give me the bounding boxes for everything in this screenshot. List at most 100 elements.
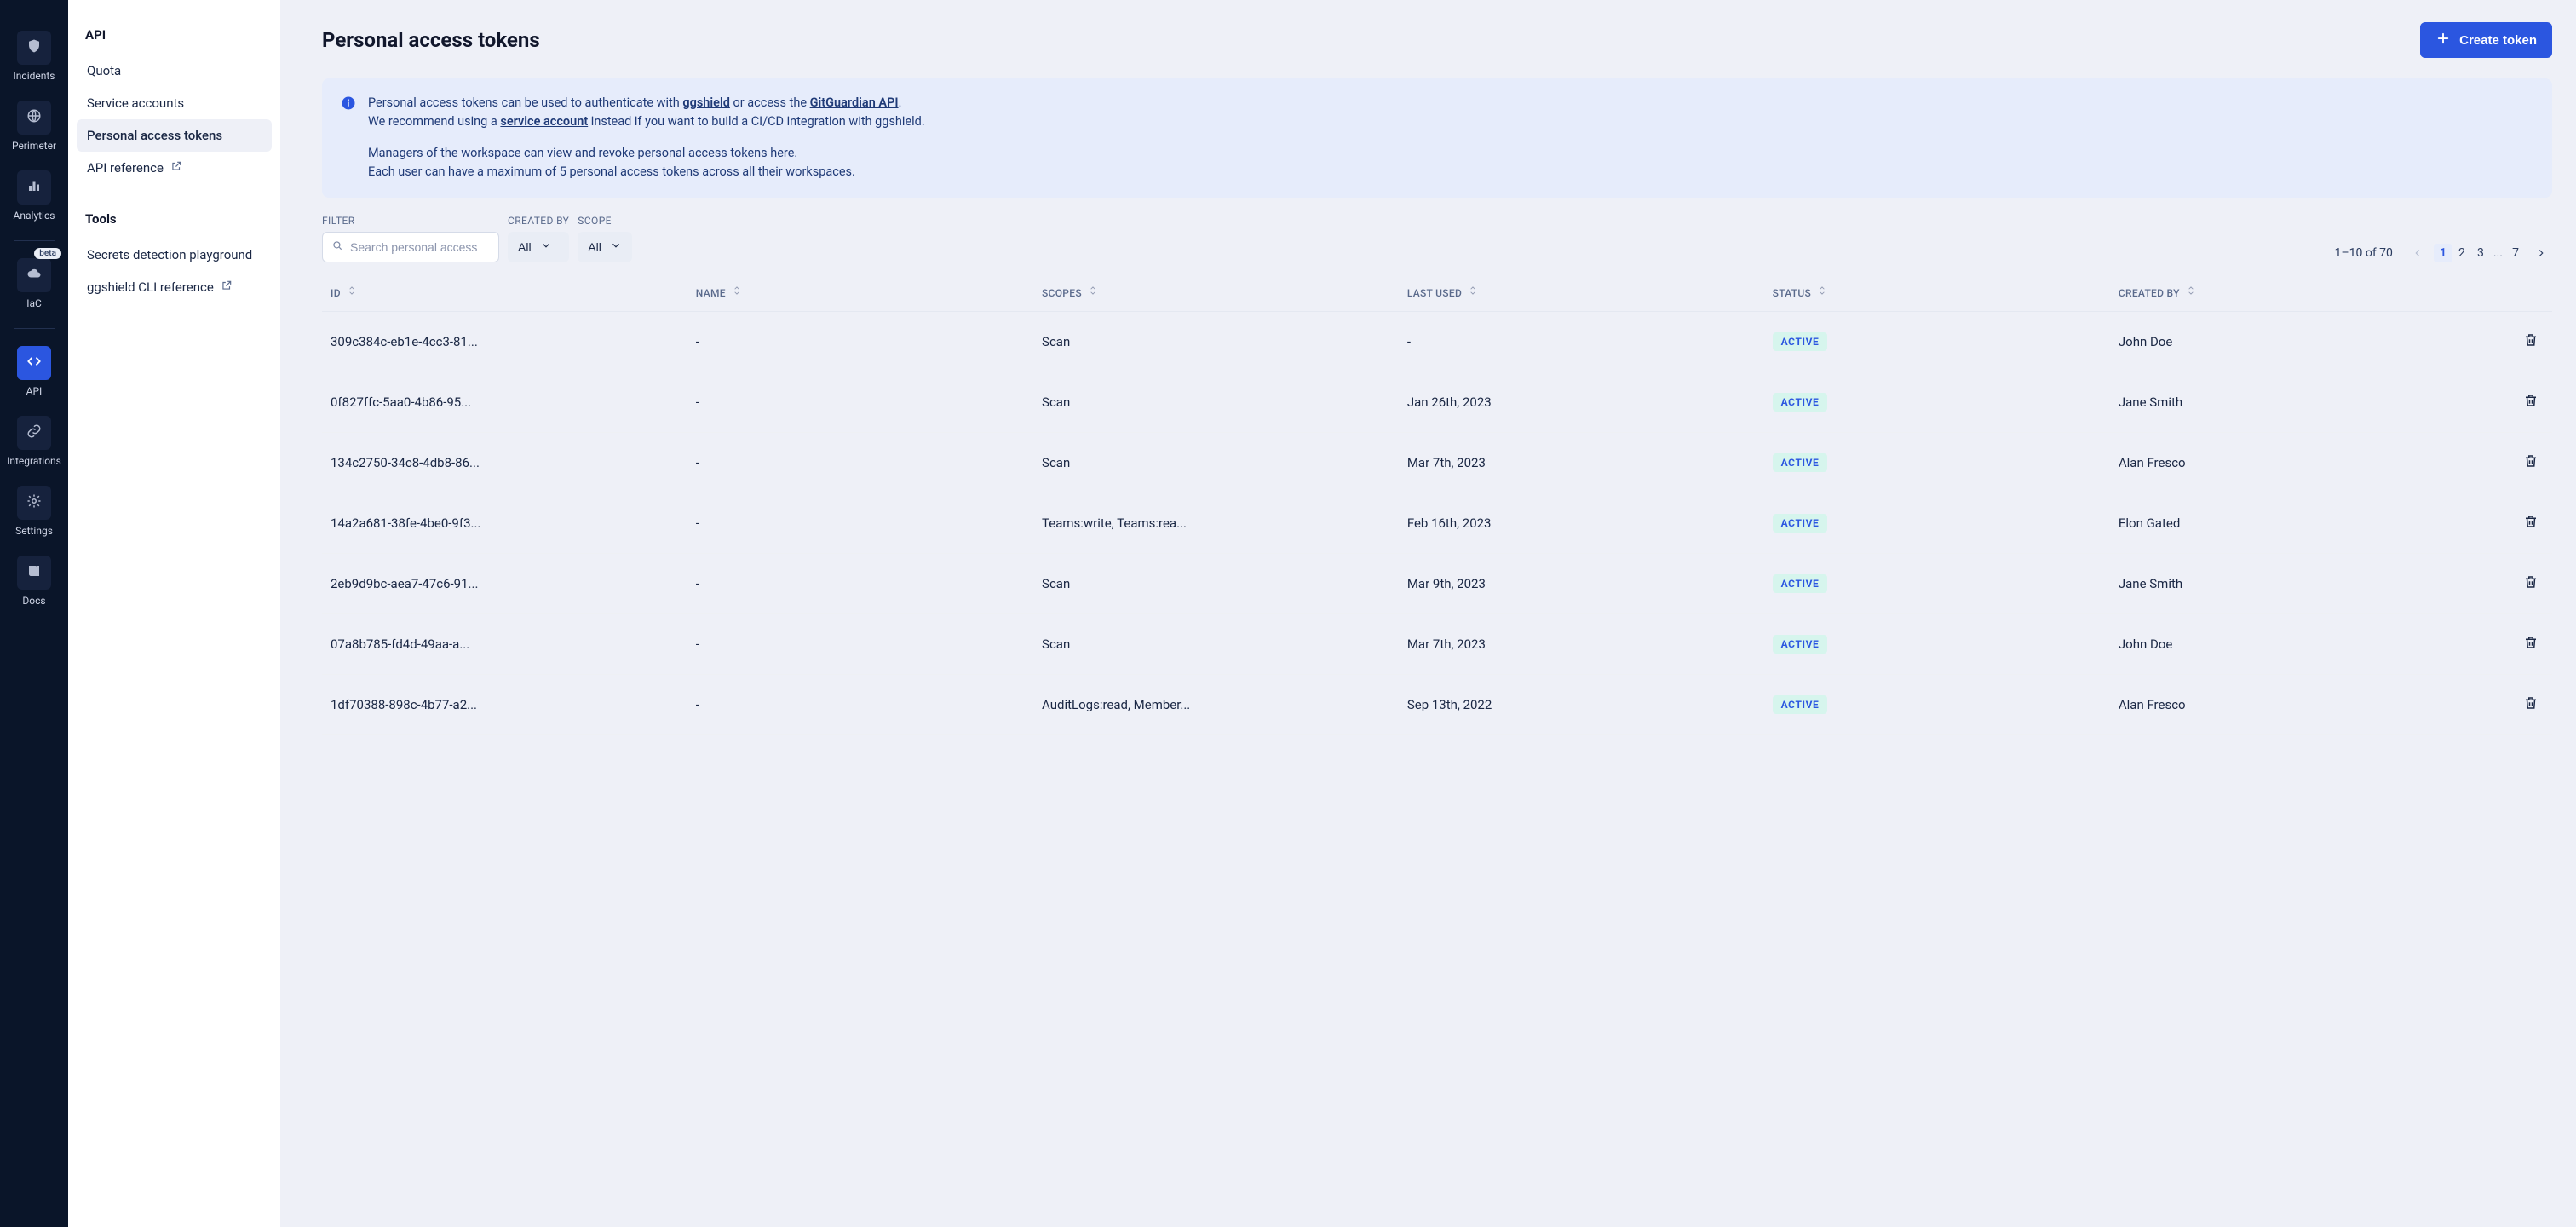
link-service-account[interactable]: service account <box>500 114 588 129</box>
cell-status: ACTIVE <box>1764 553 2110 614</box>
subnav-label: Personal access tokens <box>87 128 222 143</box>
subnav-item-api-reference[interactable]: API reference <box>77 152 272 184</box>
subnav-label: Service accounts <box>87 95 184 111</box>
cell-last-used: Feb 16th, 2023 <box>1399 493 1764 553</box>
create-token-button[interactable]: Create token <box>2420 22 2552 58</box>
subnav-item-ggshield-cli-reference[interactable]: ggshield CLI reference <box>77 271 272 303</box>
table-row[interactable]: 309c384c-eb1e-4cc3-81...-Scan-ACTIVEJohn… <box>322 311 2552 372</box>
rail-item-perimeter[interactable]: Perimeter <box>5 94 63 160</box>
search-input-wrapper[interactable] <box>322 232 499 262</box>
scope-select[interactable]: All <box>578 232 632 262</box>
table-row[interactable]: 0f827ffc-5aa0-4b86-95...-ScanJan 26th, 2… <box>322 372 2552 432</box>
delete-button[interactable] <box>2518 510 2544 536</box>
delete-button[interactable] <box>2518 631 2544 657</box>
cell-created-by: Jane Smith <box>2110 553 2456 614</box>
cell-created-by: Alan Fresco <box>2110 432 2456 493</box>
cell-scopes: Scan <box>1033 553 1399 614</box>
cell-last-used: Mar 9th, 2023 <box>1399 553 1764 614</box>
page-number[interactable]: 1 <box>2434 244 2452 262</box>
th-status[interactable]: STATUS <box>1764 273 2110 312</box>
cell-created-by: John Doe <box>2110 311 2456 372</box>
scope-value: All <box>588 240 601 254</box>
page-number[interactable]: 3 <box>2471 244 2490 262</box>
primary-nav-rail: Incidents Perimeter Analytics beta IaC A… <box>0 0 68 1227</box>
th-actions <box>2456 273 2552 312</box>
cell-last-used: - <box>1399 311 1764 372</box>
th-id[interactable]: ID <box>322 273 687 312</box>
tokens-table: ID NAME SCOPES LAST USED STATUS CREATED … <box>322 273 2552 735</box>
link-icon <box>26 423 42 442</box>
cell-name: - <box>687 553 1033 614</box>
cloud-icon <box>26 266 42 285</box>
cell-created-by: Jane Smith <box>2110 372 2456 432</box>
th-last-used[interactable]: LAST USED <box>1399 273 1764 312</box>
subnav-item-secrets-playground[interactable]: Secrets detection playground <box>77 239 272 271</box>
status-badge: ACTIVE <box>1773 635 1828 654</box>
delete-button[interactable] <box>2518 329 2544 354</box>
info-banner: Personal access tokens can be used to au… <box>322 78 2552 198</box>
subnav-section-tools: Tools <box>77 201 272 239</box>
table-row[interactable]: 1df70388-898c-4b77-a2...-AuditLogs:read,… <box>322 674 2552 734</box>
rail-item-analytics[interactable]: Analytics <box>5 164 63 230</box>
cell-id: 309c384c-eb1e-4cc3-81... <box>322 311 687 372</box>
rail-item-incidents[interactable]: Incidents <box>5 24 63 90</box>
trash-icon <box>2523 574 2539 593</box>
trash-icon <box>2523 695 2539 714</box>
page-number[interactable]: 7 <box>2506 244 2525 262</box>
rail-item-iac[interactable]: beta IaC <box>5 251 63 318</box>
cell-name: - <box>687 432 1033 493</box>
main-content: Personal access tokens Create token Pers… <box>281 0 2576 1227</box>
delete-button[interactable] <box>2518 571 2544 596</box>
cell-id: 0f827ffc-5aa0-4b86-95... <box>322 372 687 432</box>
page-prev[interactable] <box>2406 244 2429 262</box>
secondary-nav: API Quota Service accounts Personal acce… <box>68 0 281 1227</box>
link-ggshield[interactable]: ggshield <box>682 95 730 110</box>
cell-name: - <box>687 674 1033 734</box>
subnav-item-quota[interactable]: Quota <box>77 55 272 87</box>
cell-scopes: Scan <box>1033 614 1399 674</box>
pagination: 1–10 of 70 123...7 <box>2335 244 2552 262</box>
th-scopes[interactable]: SCOPES <box>1033 273 1399 312</box>
cell-id: 1df70388-898c-4b77-a2... <box>322 674 687 734</box>
rail-item-settings[interactable]: Settings <box>5 479 63 545</box>
rail-label: Settings <box>15 525 53 537</box>
external-link-icon <box>170 160 182 176</box>
created-by-select[interactable]: All <box>508 232 569 262</box>
subnav-item-personal-access-tokens[interactable]: Personal access tokens <box>77 119 272 152</box>
trash-icon <box>2523 393 2539 412</box>
th-created-by[interactable]: CREATED BY <box>2110 273 2456 312</box>
page-range: 1–10 of 70 <box>2335 246 2393 260</box>
cell-last-used: Mar 7th, 2023 <box>1399 432 1764 493</box>
gear-icon <box>26 493 42 512</box>
beta-badge: beta <box>34 248 61 259</box>
table-row[interactable]: 2eb9d9bc-aea7-47c6-91...-ScanMar 9th, 20… <box>322 553 2552 614</box>
rail-item-api[interactable]: API <box>5 339 63 406</box>
rail-item-integrations[interactable]: Integrations <box>5 409 63 475</box>
page-number[interactable]: 2 <box>2452 244 2471 262</box>
sort-icon <box>1816 287 1828 299</box>
status-badge: ACTIVE <box>1773 393 1828 412</box>
table-row[interactable]: 07a8b785-fd4d-49aa-a...-ScanMar 7th, 202… <box>322 614 2552 674</box>
page-next[interactable] <box>2530 244 2552 262</box>
cell-scopes: Scan <box>1033 311 1399 372</box>
search-input[interactable] <box>350 240 504 254</box>
cell-scopes: Scan <box>1033 372 1399 432</box>
cell-status: ACTIVE <box>1764 614 2110 674</box>
rail-divider <box>14 328 55 329</box>
subnav-item-service-accounts[interactable]: Service accounts <box>77 87 272 119</box>
table-row[interactable]: 134c2750-34c8-4db8-86...-ScanMar 7th, 20… <box>322 432 2552 493</box>
subnav-label: Secrets detection playground <box>87 247 252 262</box>
table-row[interactable]: 14a2a681-38fe-4be0-9f3...-Teams:write, T… <box>322 493 2552 553</box>
search-icon <box>331 239 343 255</box>
banner-line-1: Personal access tokens can be used to au… <box>368 94 925 112</box>
cell-name: - <box>687 614 1033 674</box>
th-name[interactable]: NAME <box>687 273 1033 312</box>
delete-button[interactable] <box>2518 389 2544 415</box>
created-by-label: CREATED BY <box>508 215 569 227</box>
delete-button[interactable] <box>2518 692 2544 717</box>
delete-button[interactable] <box>2518 450 2544 475</box>
scope-label: SCOPE <box>578 215 632 227</box>
plus-icon <box>2435 31 2451 49</box>
rail-item-docs[interactable]: Docs <box>5 549 63 615</box>
link-gitguardian-api[interactable]: GitGuardian API <box>810 95 899 110</box>
